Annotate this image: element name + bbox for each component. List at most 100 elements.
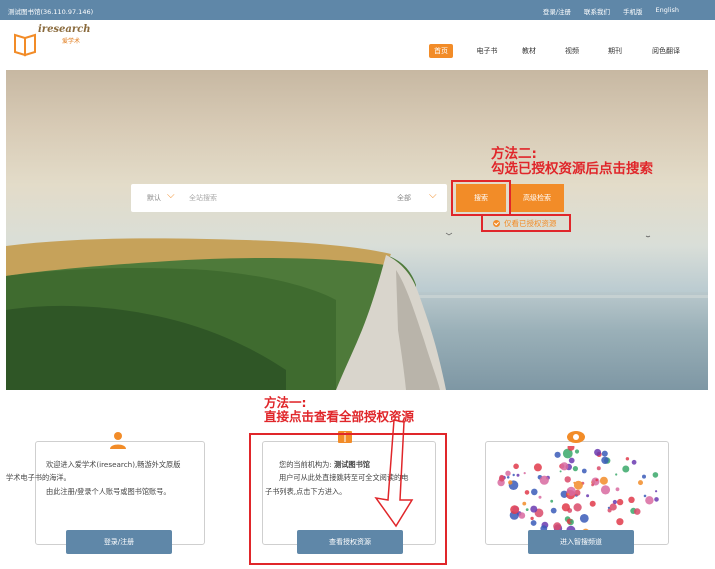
word-cloud-dot <box>601 450 608 457</box>
annotation-method-2-title: 方法二: <box>491 146 537 162</box>
word-cloud-dot <box>518 512 526 519</box>
word-cloud-dot <box>612 499 617 505</box>
word-cloud-dot <box>599 476 608 485</box>
word-cloud-dot <box>561 503 570 512</box>
word-cloud-dot <box>633 508 641 515</box>
main-nav: 首页 电子书 教材 视频 期刊 阅色翻译 <box>0 44 715 60</box>
word-cloud-dot <box>638 480 643 486</box>
word-cloud-dot <box>550 499 554 503</box>
word-cloud-dot <box>530 505 538 513</box>
word-cloud-dot <box>645 496 654 505</box>
nav-ebooks[interactable]: 电子书 <box>472 44 502 58</box>
chevron-down-icon[interactable]: ⌵ <box>429 190 437 201</box>
nav-textbooks[interactable]: 教材 <box>517 44 541 58</box>
login-register-link[interactable]: 登录/注册 <box>543 6 571 16</box>
mobile-version-link[interactable]: 手机版 <box>623 6 643 16</box>
word-cloud-dot <box>554 451 561 458</box>
word-cloud-dot <box>643 494 647 498</box>
word-cloud-dot <box>533 463 542 472</box>
top-links: 登录/注册 联系我们 手机版 English <box>543 6 679 16</box>
word-cloud-dot <box>525 508 529 511</box>
word-cloud-dot <box>531 488 538 496</box>
word-cloud-dot <box>506 476 510 479</box>
word-cloud-dot <box>654 497 659 502</box>
word-cloud-dot <box>574 449 580 454</box>
arrow-down-icon <box>374 419 414 528</box>
word-cloud-dot <box>586 494 590 498</box>
search-scope-select[interactable]: 默认 <box>147 193 161 203</box>
highlight-box-authorized <box>481 214 571 232</box>
logo-text: iresearch <box>38 24 91 35</box>
chevron-down-icon[interactable]: ⌵ <box>167 190 175 201</box>
word-cloud-dot <box>564 476 571 483</box>
word-cloud-dot <box>568 457 575 464</box>
annotation-method-2-text: 勾选已授权资源后点击搜索 <box>491 160 653 177</box>
word-cloud-dot <box>628 496 635 503</box>
search-input[interactable] <box>189 191 389 205</box>
word-cloud-dot <box>559 470 562 473</box>
eye-icon <box>567 431 585 443</box>
word-cloud-dot <box>607 506 610 509</box>
english-link[interactable]: English <box>656 6 679 16</box>
word-cloud-dot <box>512 505 520 513</box>
word-cloud-dot <box>538 495 542 499</box>
word-cloud-dot <box>596 466 601 471</box>
word-cloud-dot <box>625 457 630 461</box>
annotation-method-2: 方法二: 勾选已授权资源后点击搜索 <box>491 147 653 177</box>
top-bar: 测试图书馆(36.110.97.146) 登录/注册 联系我们 手机版 Engl… <box>0 0 715 20</box>
search-bar: 默认 ⌵ 全部 ⌵ <box>131 184 447 212</box>
word-cloud-dot <box>600 485 611 495</box>
nav-videos[interactable]: 视频 <box>560 44 584 58</box>
word-cloud-dot <box>655 490 658 493</box>
login-register-button[interactable]: 登录/注册 <box>66 530 172 554</box>
word-cloud-dot <box>589 500 596 507</box>
word-cloud-dot <box>594 448 602 456</box>
word-cloud-dot <box>642 474 646 479</box>
word-cloud-dot <box>513 463 519 470</box>
word-cloud-dot <box>591 483 594 487</box>
user-icon <box>110 432 126 449</box>
word-cloud-dot <box>652 472 659 478</box>
word-cloud-dot <box>601 456 609 464</box>
word-cloud-dot <box>573 503 582 512</box>
word-cloud-dot <box>616 518 624 526</box>
word-cloud-dot <box>615 473 618 476</box>
smart-search-button[interactable]: 进入智搜频道 <box>528 530 634 554</box>
nav-home[interactable]: 首页 <box>429 44 453 58</box>
word-cloud-dot <box>595 478 598 482</box>
word-cloud-dot <box>530 520 537 526</box>
word-cloud-dot <box>579 514 589 523</box>
word-cloud-dot <box>631 459 637 465</box>
login-card-text-2: 学术电子书的海洋。 <box>6 473 71 482</box>
word-cloud-dot <box>616 498 624 506</box>
word-cloud-dot <box>622 465 630 473</box>
word-cloud-dot <box>573 480 583 490</box>
word-cloud-dot <box>615 487 620 492</box>
word-cloud-dot <box>560 462 569 471</box>
word-cloud-dot <box>512 473 515 477</box>
hero-banner <box>6 70 708 390</box>
word-cloud-dot <box>550 507 557 514</box>
hero-cliffs-illustration <box>6 232 708 390</box>
login-card-text-1: 欢迎进入爱学术(iresearch),畅游外文原版 <box>46 460 181 469</box>
word-cloud-dot <box>567 493 570 496</box>
word-cloud-dot <box>499 474 505 480</box>
contact-us-link[interactable]: 联系我们 <box>584 6 610 16</box>
search-type-select[interactable]: 全部 <box>397 193 411 203</box>
library-label: 测试图书馆(36.110.97.146) <box>8 8 94 16</box>
login-card-text-3: 由此注册/登录个人账号或图书馆账号。 <box>46 487 171 496</box>
word-cloud-dot <box>581 468 587 474</box>
word-cloud-dot <box>508 480 513 485</box>
highlight-box-search <box>451 180 511 216</box>
advanced-search-button[interactable]: 高级检索 <box>510 184 564 212</box>
word-cloud-dot <box>523 472 526 475</box>
word-cloud-dot <box>572 466 578 472</box>
annotation-method-1-title: 方法一: <box>264 395 307 410</box>
nav-journals[interactable]: 期刊 <box>603 44 627 58</box>
word-cloud-dot <box>569 520 573 523</box>
word-cloud-graphic <box>497 446 659 536</box>
word-cloud-dot <box>530 516 534 521</box>
nav-translate[interactable]: 阅色翻译 <box>645 44 687 58</box>
word-cloud-dot <box>539 475 549 485</box>
word-cloud-dot <box>505 470 511 476</box>
